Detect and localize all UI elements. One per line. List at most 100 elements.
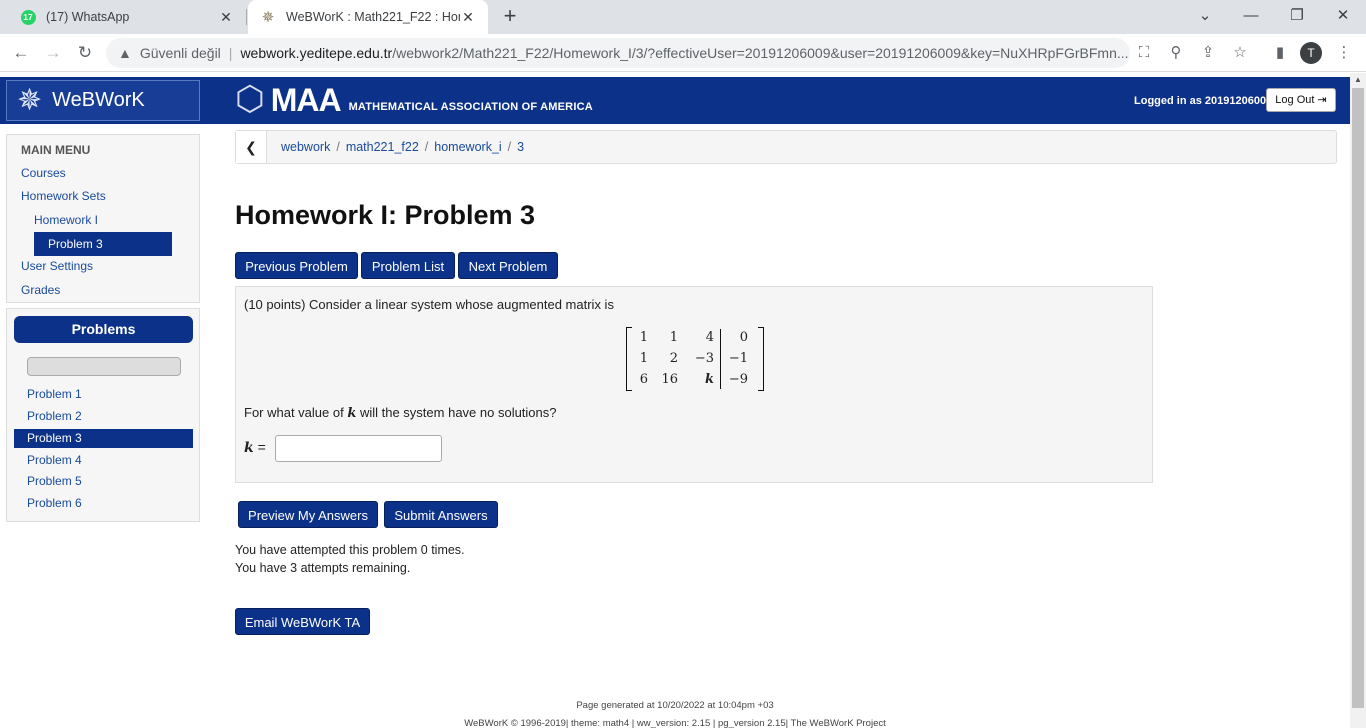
problem-link-2[interactable]: Problem 2 — [27, 409, 82, 423]
url-path: /webwork2/Math221_F22/Homework_I/3/?effe… — [392, 45, 1129, 61]
menu-item-grades[interactable]: Grades — [21, 283, 60, 297]
scroll-thumb[interactable] — [1352, 88, 1364, 708]
submit-answers-button[interactable]: Submit Answers — [384, 501, 498, 528]
page-title: Homework I: Problem 3 — [235, 200, 536, 230]
menu-item-user-settings[interactable]: User Settings — [21, 259, 93, 273]
augmented-matrix: 1 1 4 0 1 2 −3 −1 6 16 k −9 — [626, 327, 764, 391]
matrix-cell: 6 — [639, 372, 648, 387]
matrix-cell: k — [704, 372, 714, 387]
breadcrumb: ❮ webwork / math221_f22/homework_i/3 — [235, 130, 1337, 164]
matrix-cell: −1 — [728, 351, 748, 366]
problem-link-5[interactable]: Problem 5 — [27, 474, 82, 488]
problem-link-6[interactable]: Problem 6 — [27, 496, 82, 510]
matrix-cell: 4 — [705, 330, 714, 345]
next-problem-button[interactable]: Next Problem — [458, 252, 558, 279]
problem-question: For what value of k will the system have… — [244, 405, 557, 421]
logo-text: WeBWorK — [52, 89, 145, 111]
forward-arrow-icon[interactable]: → — [40, 40, 66, 66]
logged-in-label: Logged in as 20191206009. — [1134, 95, 1276, 107]
matrix-cell: 0 — [739, 330, 748, 345]
breadcrumb-set[interactable]: homework_i — [434, 140, 501, 154]
warning-icon: ▲ — [118, 45, 132, 61]
tab-separator — [246, 9, 247, 25]
main-menu-heading: MAIN MENU — [21, 143, 91, 157]
security-label: Güvenli değil — [139, 45, 221, 61]
problem-list-button[interactable]: Problem List — [361, 252, 455, 279]
attempts-remaining: You have 3 attempts remaining. — [235, 561, 411, 575]
matrix-divider — [720, 329, 721, 389]
preview-answers-button[interactable]: Preview My Answers — [238, 501, 378, 528]
bookmark-star-icon[interactable]: ☆ — [1230, 43, 1250, 63]
problem-link-4[interactable]: Problem 4 — [27, 453, 82, 467]
restore-icon[interactable]: ❐ — [1274, 0, 1320, 30]
logout-button[interactable]: Log Out ⇥ — [1266, 88, 1336, 112]
maa-abbr: MAA — [270, 82, 342, 118]
problem-link-3[interactable]: Problem 3 — [14, 429, 193, 448]
new-tab-icon[interactable]: + — [498, 5, 522, 29]
tab-whatsapp[interactable]: 17 (17) WhatsApp ✕ — [8, 0, 246, 34]
main-menu: MAIN MENU Courses Homework Sets Homework… — [6, 134, 200, 303]
menu-item-courses[interactable]: Courses — [21, 166, 66, 180]
zoom-icon[interactable]: ⚲ — [1166, 43, 1186, 63]
matrix-cell: 2 — [669, 351, 678, 366]
matrix-cell: 1 — [669, 330, 678, 345]
matrix-cell: 1 — [639, 330, 648, 345]
browser-tabstrip: 17 (17) WhatsApp ✕ ✵ WeBWorK : Math221_F… — [0, 0, 1366, 34]
answer-label: k = — [244, 439, 266, 456]
kebab-menu-icon[interactable]: ⋮ — [1334, 43, 1354, 63]
logout-icon: ⇥ — [1317, 94, 1327, 106]
matrix-cell: 16 — [661, 372, 678, 387]
chevron-left-icon[interactable]: ❮ — [236, 131, 267, 163]
window-close-icon[interactable]: ✕ — [1320, 0, 1366, 30]
breadcrumb-links: webwork / math221_f22/homework_i/3 — [281, 140, 525, 154]
breadcrumb-problem[interactable]: 3 — [517, 140, 524, 154]
footer-copyright: WeBWorK © 1996-2019| theme: math4 | ww_v… — [464, 718, 886, 728]
whatsapp-icon: 17 — [20, 9, 36, 25]
menu-item-problem-3[interactable]: Problem 3 — [34, 232, 172, 256]
masthead: ✵ WeBWorK ⬡ MAA MATHEMATICAL ASSOCIATION… — [0, 77, 1350, 124]
matrix-bracket-right — [758, 327, 764, 391]
scroll-up-icon[interactable]: ▲ — [1350, 73, 1366, 87]
webwork-star-icon: ✵ — [17, 84, 43, 117]
translate-icon[interactable]: ⛶ — [1134, 43, 1154, 63]
back-arrow-icon[interactable]: ← — [8, 40, 34, 66]
matrix-cell: 1 — [639, 351, 648, 366]
divider: | — [228, 45, 233, 61]
polyhedron-icon: ⬡ — [235, 80, 265, 118]
menu-item-homework-sets[interactable]: Homework Sets — [21, 189, 106, 203]
problems-panel: Problems Problem 1 Problem 2 Problem 3 P… — [6, 308, 200, 522]
address-bar: ← → ↻ ▲ Güvenli değil | webwork.yeditepe… — [0, 34, 1366, 72]
tab-title: (17) WhatsApp — [46, 10, 130, 24]
share-icon[interactable]: ⇪ — [1198, 43, 1218, 63]
url-field[interactable]: ▲ Güvenli değil | webwork.yeditepe.edu.t… — [106, 38, 1130, 68]
menu-item-homework-i[interactable]: Homework I — [34, 213, 98, 227]
breadcrumb-course[interactable]: math221_f22 — [346, 140, 419, 154]
email-ta-button[interactable]: Email WeBWorK TA — [235, 608, 370, 635]
url-host: webwork.yeditepe.edu.tr — [240, 45, 393, 61]
close-icon[interactable]: ✕ — [218, 9, 234, 26]
minimize-icon[interactable]: — — [1228, 0, 1274, 30]
breadcrumb-webwork[interactable]: webwork — [281, 140, 330, 154]
answer-input[interactable] — [275, 435, 442, 462]
problem-body: (10 points) Consider a linear system who… — [235, 286, 1153, 483]
tab-title: WeBWorK : Math221_F22 : Home — [286, 10, 460, 24]
matrix-cell: −9 — [728, 372, 748, 387]
matrix-cell: −3 — [694, 351, 714, 366]
previous-problem-button[interactable]: Previous Problem — [235, 252, 358, 279]
webwork-logo[interactable]: ✵ WeBWorK — [6, 80, 200, 121]
webwork-page: ✵ WeBWorK ⬡ MAA MATHEMATICAL ASSOCIATION… — [0, 73, 1350, 728]
close-icon[interactable]: ✕ — [460, 9, 476, 26]
tab-webwork[interactable]: ✵ WeBWorK : Math221_F22 : Home ✕ — [248, 0, 488, 34]
progress-bar — [27, 357, 181, 376]
maa-full-name: MATHEMATICAL ASSOCIATION OF AMERICA — [348, 101, 593, 113]
tab-search-icon[interactable]: ⌄ — [1182, 0, 1228, 30]
problems-heading: Problems — [14, 316, 193, 343]
webwork-star-icon: ✵ — [261, 9, 275, 26]
footer-generated: Page generated at 10/20/2022 at 10:04pm … — [576, 700, 774, 711]
problem-link-1[interactable]: Problem 1 — [27, 387, 82, 401]
profile-avatar[interactable]: T — [1300, 42, 1322, 64]
reload-icon[interactable]: ↻ — [72, 40, 98, 66]
page-scrollbar[interactable]: ▲ — [1350, 73, 1366, 728]
side-panel-icon[interactable]: ▮ — [1270, 43, 1290, 63]
maa-logo[interactable]: ⬡ MAA MATHEMATICAL ASSOCIATION OF AMERIC… — [235, 82, 593, 116]
